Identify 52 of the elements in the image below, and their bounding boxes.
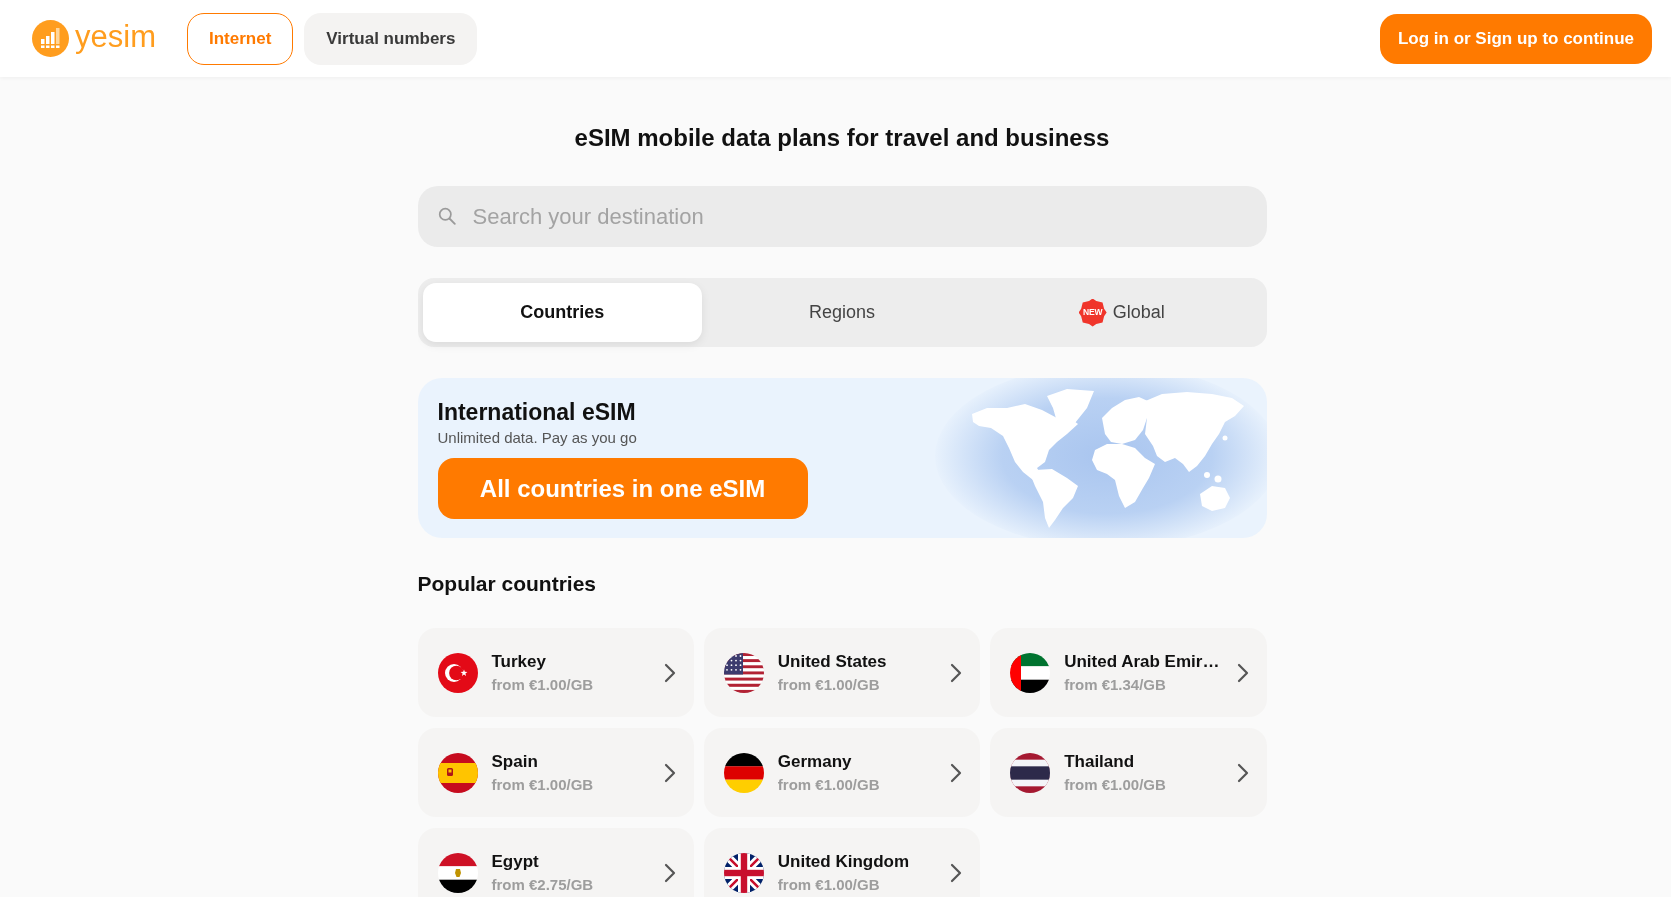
country-card[interactable]: Germany from €1.00/GB [703,728,981,817]
price-text: from €1.34/GB [1064,674,1166,695]
flag-icon [437,752,478,793]
search-field[interactable]: Search your destination [417,186,1267,247]
section-heading: Popular countries [417,571,598,597]
search-icon [437,207,456,225]
country-card[interactable]: Thailand from €1.00/GB [990,728,1267,817]
country-card[interactable]: Egypt from €2.75/GB [417,828,694,897]
country-name: Spain [491,750,538,773]
country-name: Thailand [1064,750,1135,773]
new-badge: NEW [1078,298,1107,327]
chevron-right-icon [663,662,676,683]
price-text: from €1.00/GB [777,674,880,695]
flag-icon [437,652,478,693]
country-name: Germany [777,750,852,773]
promo-title: International eSIM [437,398,636,426]
category-tab[interactable]: Countries [422,283,703,342]
page-title: eSIM mobile data plans for travel and business [573,124,1111,152]
country-card[interactable]: United Arab Emir… from €1.34/GB [990,628,1267,717]
category-tab[interactable]: NEW Global [981,283,1262,342]
chevron-right-icon [663,862,676,883]
chevron-right-icon [1236,662,1249,683]
chevron-right-icon [1236,762,1249,783]
nav-tab[interactable]: Virtual numbers [304,12,478,65]
flag-icon [723,752,764,793]
flag-icon [723,652,764,693]
chevron-right-icon [950,762,963,783]
price-text: from €1.00/GB [777,874,880,895]
chevron-right-icon [950,662,963,683]
price-text: from €1.00/GB [1064,774,1166,795]
price-text: from €2.75/GB [491,874,594,895]
price-text: from €1.00/GB [777,774,880,795]
flag-icon [437,852,478,893]
signal-bars-icon [32,20,69,57]
country-name: Turkey [491,650,546,673]
country-name: United States [777,650,887,673]
chevron-right-icon [663,762,676,783]
promo-subtitle: Unlimited data. Pay as you go [437,429,637,447]
chevron-right-icon [950,862,963,883]
country-card[interactable]: United States from €1.00/GB [703,628,981,717]
price-text: from €1.00/GB [491,774,594,795]
country-card[interactable]: Turkey from €1.00/GB [417,628,694,717]
country-card[interactable]: Spain from €1.00/GB [417,728,694,817]
country-name: United Arab Emir… [1064,650,1220,673]
price-text: from €1.00/GB [491,674,594,695]
country-name: United Kingdom [777,850,910,873]
flag-icon [723,852,764,893]
category-tab[interactable]: Regions [702,283,982,342]
country-name: Egypt [491,850,539,873]
flag-icon [1010,752,1051,793]
flag-icon [1010,652,1051,693]
country-card[interactable]: United Kingdom from €1.00/GB [703,828,981,897]
